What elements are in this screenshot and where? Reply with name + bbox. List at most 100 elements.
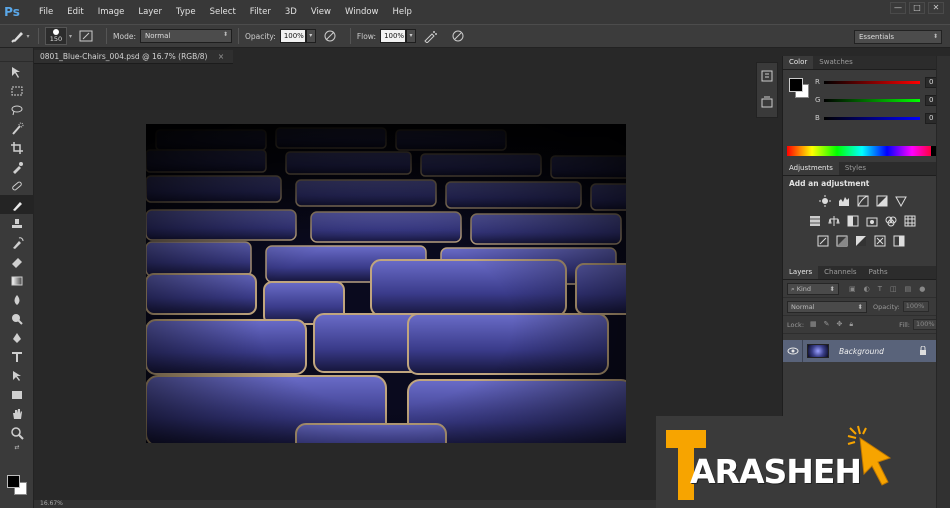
tab-color[interactable]: Color <box>783 56 814 69</box>
green-slider[interactable] <box>824 99 920 102</box>
toggle-brush-panel-button[interactable] <box>78 28 94 44</box>
lock-position-icon[interactable]: ✥ <box>837 320 843 329</box>
pixel-filter-icon[interactable]: ▣ <box>849 285 856 293</box>
menu-layer[interactable]: Layer <box>131 0 169 24</box>
quick-selection-tool[interactable] <box>0 119 34 138</box>
airbrush-button[interactable] <box>422 28 438 44</box>
lock-transparent-icon[interactable]: ▦ <box>810 320 817 329</box>
gradient-map-icon[interactable] <box>874 235 886 247</box>
menu-3d[interactable]: 3D <box>278 0 304 24</box>
chevron-down-icon[interactable]: ▾ <box>69 33 72 40</box>
smart-object-filter-icon[interactable]: ▤ <box>905 285 912 293</box>
panel-grip[interactable] <box>0 48 33 62</box>
blue-slider[interactable] <box>824 117 920 120</box>
close-tab-button[interactable]: × <box>218 52 224 61</box>
kind-filter-select[interactable]: ⌕ Kind ⬍ <box>787 282 839 295</box>
tab-adjustments[interactable]: Adjustments <box>783 162 839 175</box>
opacity-input[interactable]: 100% <box>279 29 306 43</box>
menu-view[interactable]: View <box>304 0 338 24</box>
tab-styles[interactable]: Styles <box>839 162 872 175</box>
menu-edit[interactable]: Edit <box>60 0 90 24</box>
gradient-tool[interactable] <box>0 271 34 290</box>
tab-swatches[interactable]: Swatches <box>813 56 858 69</box>
properties-panel-button[interactable] <box>757 89 777 115</box>
curves-icon[interactable] <box>857 195 869 207</box>
healing-brush-tool[interactable] <box>0 176 34 195</box>
panels-scrollbar[interactable] <box>936 56 950 508</box>
minimize-button[interactable]: — <box>890 2 906 14</box>
brush-preset-picker[interactable]: 150 <box>45 27 67 45</box>
adjustment-filter-icon[interactable]: ◐ <box>864 285 870 293</box>
type-tool[interactable] <box>0 347 34 366</box>
lasso-tool[interactable] <box>0 100 34 119</box>
tool-preset-picker[interactable]: ▾ <box>8 27 32 45</box>
pen-tool[interactable] <box>0 328 34 347</box>
marquee-tool[interactable] <box>0 81 34 100</box>
shape-filter-icon[interactable]: ◫ <box>890 285 897 293</box>
pressure-size-button[interactable] <box>450 28 466 44</box>
selective-color-icon[interactable] <box>893 235 905 247</box>
color-panel-foreground-swatch[interactable] <box>789 78 803 92</box>
close-window-button[interactable]: ✕ <box>928 2 944 14</box>
tab-paths[interactable]: Paths <box>863 266 894 279</box>
type-filter-icon[interactable]: T <box>878 285 882 293</box>
hand-tool[interactable] <box>0 404 34 423</box>
brush-tool[interactable] <box>0 195 34 214</box>
layer-row[interactable]: Background <box>783 340 937 362</box>
dodge-tool[interactable] <box>0 309 34 328</box>
foreground-color-swatch[interactable] <box>7 475 20 488</box>
menu-help[interactable]: Help <box>386 0 419 24</box>
posterize-icon[interactable] <box>836 235 848 247</box>
channel-mixer-icon[interactable] <box>885 215 897 227</box>
menu-select[interactable]: Select <box>203 0 243 24</box>
menu-image[interactable]: Image <box>91 0 132 24</box>
eyedropper-tool[interactable] <box>0 157 34 176</box>
menu-filter[interactable]: Filter <box>243 0 278 24</box>
invert-icon[interactable] <box>817 235 829 247</box>
exposure-icon[interactable] <box>876 195 888 207</box>
vibrance-icon[interactable] <box>895 195 907 207</box>
levels-icon[interactable] <box>838 195 850 207</box>
visibility-toggle[interactable] <box>783 340 803 362</box>
flow-input[interactable]: 100% <box>380 29 407 43</box>
tab-channels[interactable]: Channels <box>818 266 862 279</box>
hue-saturation-icon[interactable] <box>809 215 821 227</box>
color-spectrum[interactable] <box>787 146 937 156</box>
opacity-dropdown-button[interactable]: ▾ <box>305 29 316 43</box>
blur-tool[interactable] <box>0 290 34 309</box>
history-brush-tool[interactable] <box>0 233 34 252</box>
maximize-button[interactable]: □ <box>909 2 925 14</box>
eraser-tool[interactable] <box>0 252 34 271</box>
layer-opacity-input[interactable]: 100% <box>902 301 929 312</box>
document-tab[interactable]: 0801_Blue-Chairs_004.psd @ 16.7% (RGB/8)… <box>34 50 233 64</box>
workspace-select[interactable]: Essentials ⬍ <box>854 30 942 44</box>
pressure-opacity-button[interactable] <box>322 28 338 44</box>
threshold-icon[interactable] <box>855 235 867 247</box>
brightness-contrast-icon[interactable] <box>819 195 831 207</box>
menu-window[interactable]: Window <box>338 0 386 24</box>
photo-filter-icon[interactable] <box>866 215 878 227</box>
history-panel-button[interactable] <box>757 63 777 89</box>
tab-layers[interactable]: Layers <box>783 266 819 279</box>
menu-type[interactable]: Type <box>169 0 203 24</box>
layer-name[interactable]: Background <box>839 347 884 356</box>
black-white-icon[interactable] <box>847 215 859 227</box>
lock-all-icon[interactable]: 🔒︎ <box>849 320 853 329</box>
color-balance-icon[interactable] <box>828 215 840 227</box>
zoom-level[interactable]: 16.67% <box>40 500 63 507</box>
flow-dropdown-button[interactable]: ▾ <box>406 29 417 43</box>
mode-select[interactable]: Normal ⬍ <box>139 29 232 43</box>
zoom-tool[interactable] <box>0 423 34 442</box>
menu-file[interactable]: File <box>32 0 60 24</box>
document-image[interactable] <box>146 124 626 443</box>
filter-toggle-icon[interactable]: ● <box>919 285 925 293</box>
crop-tool[interactable] <box>0 138 34 157</box>
shape-tool[interactable] <box>0 385 34 404</box>
clone-stamp-tool[interactable] <box>0 214 34 233</box>
move-tool[interactable] <box>0 62 34 81</box>
lock-pixels-icon[interactable]: ✎ <box>824 320 830 329</box>
blend-mode-select[interactable]: Normal ⬍ <box>787 300 867 313</box>
red-slider[interactable] <box>824 81 920 84</box>
color-lookup-icon[interactable] <box>904 215 916 227</box>
path-selection-tool[interactable] <box>0 366 34 385</box>
